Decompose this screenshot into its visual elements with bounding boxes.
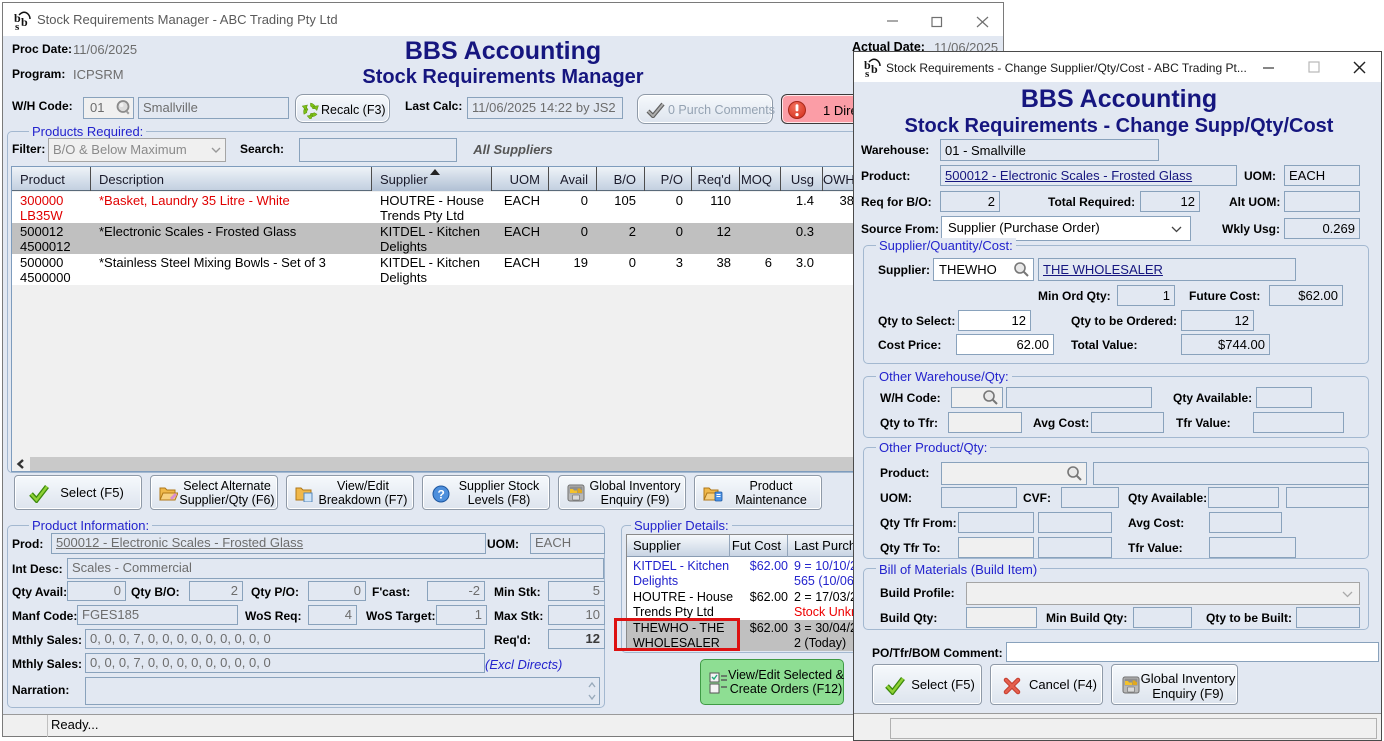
svg-text:?: ? <box>438 488 445 502</box>
svg-text:b: b <box>21 15 28 29</box>
svg-text:s: s <box>15 21 20 31</box>
svg-text:b: b <box>871 62 878 76</box>
svg-text:s: s <box>865 68 870 78</box>
